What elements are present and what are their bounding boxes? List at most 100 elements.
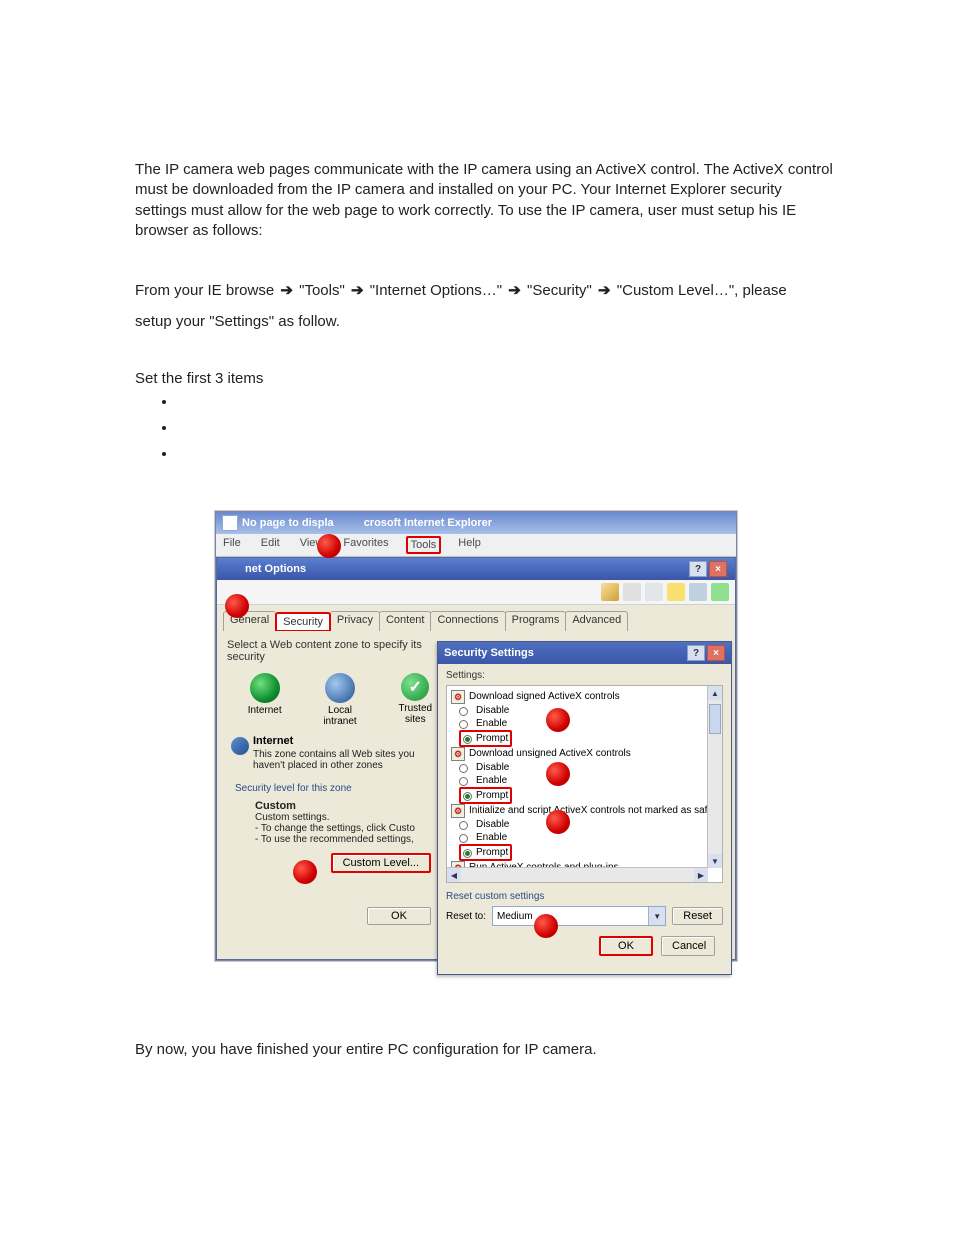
reset-value: Medium [497,911,533,922]
options-title-text: net Options [245,563,306,575]
radio-prompt[interactable] [463,735,472,744]
messenger-icon[interactable] [711,583,729,601]
radio-prompt[interactable] [463,849,472,858]
tab-programs[interactable]: Programs [505,611,567,631]
internet-options-dialog: net Options ? × [216,557,736,960]
folder-icon[interactable] [667,583,685,601]
ie-window: No page to displa crosoft Internet Explo… [215,511,737,961]
setting-group: Initialize and script ActiveX controls n… [469,804,713,818]
scroll-right-icon[interactable]: ▶ [694,868,708,882]
chevron-down-icon[interactable]: ▼ [648,907,665,925]
nav-prefix: From your IE browse [135,282,278,299]
reset-to-label: Reset to: [446,911,486,922]
globe-icon [231,737,249,755]
nav-line2: setup your "Settings" as follow. [135,313,834,330]
zone-trusted-label: Trusted sites [399,703,433,725]
zone-internet[interactable]: Internet [241,673,288,727]
zone-internet-label: Internet [248,705,282,716]
mail-icon[interactable] [645,583,663,601]
ok-button[interactable]: OK [599,936,653,956]
annotation-dot [546,708,570,732]
zone-desc-line: haven't placed in other zones [253,760,439,771]
zone-trusted[interactable]: ✓ Trusted sites [392,673,439,727]
zone-list: Internet Local intranet ✓ Trusted sites [241,673,439,727]
ie-toolbar [217,580,735,605]
radio-enable[interactable] [459,834,468,843]
ok-button[interactable]: OK [367,907,431,925]
bullet-list [177,393,834,471]
close-icon[interactable]: × [709,561,727,577]
home-icon[interactable] [601,583,619,601]
options-tabs: General Security Privacy Content Connect… [217,605,735,631]
edit-icon[interactable] [689,583,707,601]
close-icon[interactable]: × [707,645,725,661]
zone-name: Internet [253,735,439,747]
security-settings-titlebar: Security Settings ? × [438,642,731,664]
bullet-item [177,445,834,471]
tab-advanced[interactable]: Advanced [565,611,628,631]
ie-menubar: File Edit View Favorites Tools Help [216,534,736,557]
bullet-item [177,393,834,419]
setting-group: Download unsigned ActiveX controls [469,747,631,761]
menu-favorites[interactable]: Favorites [340,536,391,554]
custom-level-button[interactable]: Custom Level... [331,853,431,873]
level-name: Custom [255,800,439,812]
options-titlebar: net Options ? × [217,558,735,580]
radio-prompt[interactable] [463,792,472,801]
bullet-item [177,419,834,445]
reset-title: Reset custom settings [446,891,723,902]
scrollbar-vertical[interactable]: ▲ ▼ [707,686,722,868]
opt-prompt: Prompt [476,789,508,802]
ie-icon [222,515,238,531]
help-icon[interactable]: ? [687,645,705,661]
cancel-button[interactable]: Cancel [661,936,715,956]
annotation-dot [546,762,570,786]
paragraph-ending: By now, you have finished your entire PC… [135,1041,834,1058]
level-desc: Custom settings. [255,812,439,823]
radio-disable[interactable] [459,707,468,716]
opt-enable: Enable [476,717,507,730]
radio-disable[interactable] [459,764,468,773]
opt-prompt: Prompt [476,732,508,745]
zone-local-label: Local intranet [323,705,356,727]
reset-group: Reset custom settings Reset to: Medium ▼… [446,891,723,926]
menu-tools[interactable]: Tools [406,536,442,554]
scrollbar-horizontal[interactable]: ◀ ▶ [447,867,708,882]
globe-icon [325,673,355,703]
scroll-thumb[interactable] [709,704,721,734]
reset-select[interactable]: Medium ▼ [492,906,666,926]
scroll-down-icon[interactable]: ▼ [708,854,722,868]
ie-title-right: crosoft Internet Explorer [364,517,492,529]
annotation-dot [317,534,341,558]
scroll-left-icon[interactable]: ◀ [447,868,461,882]
tab-connections[interactable]: Connections [430,611,505,631]
security-settings-dialog: Security Settings ? × Settings: ⚙Downloa… [437,641,732,975]
settings-tree[interactable]: ⚙Download signed ActiveX controls Disabl… [446,685,723,883]
menu-edit[interactable]: Edit [258,536,283,554]
print-icon[interactable] [623,583,641,601]
arrow-icon: ➔ [349,282,366,299]
activex-icon: ⚙ [451,804,465,818]
annotation-dot [546,810,570,834]
tab-content[interactable]: Content [379,611,432,631]
navigation-steps: From your IE browse ➔ "Tools" ➔ "Interne… [135,281,834,299]
radio-enable[interactable] [459,777,468,786]
reset-button[interactable]: Reset [672,907,723,925]
menu-help[interactable]: Help [455,536,484,554]
activex-icon: ⚙ [451,747,465,761]
opt-prompt: Prompt [476,846,508,859]
annotation-dot [225,594,249,618]
tab-privacy[interactable]: Privacy [330,611,380,631]
security-settings-title: Security Settings [444,647,534,659]
menu-file[interactable]: File [220,536,244,554]
radio-disable[interactable] [459,821,468,830]
help-icon[interactable]: ? [689,561,707,577]
level-desc: - To use the recommended settings, [255,834,439,845]
zone-local[interactable]: Local intranet [316,673,363,727]
tab-security[interactable]: Security [275,612,331,632]
arrow-icon: ➔ [278,282,295,299]
arrow-icon: ➔ [506,282,523,299]
nav-step-custom: "Custom Level…", please [617,282,787,299]
scroll-up-icon[interactable]: ▲ [708,686,722,700]
radio-enable[interactable] [459,720,468,729]
